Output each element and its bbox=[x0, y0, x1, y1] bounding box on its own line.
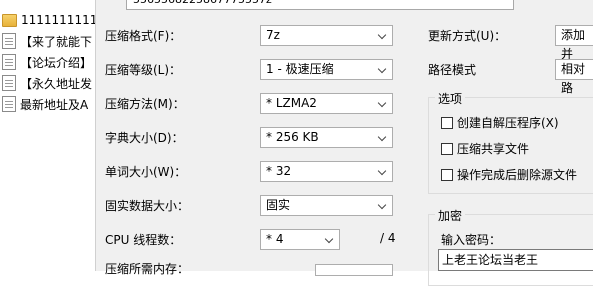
delete-after-label: 操作完成后删除源文件 bbox=[457, 168, 578, 182]
cpu-threads-label: CPU 线程数： bbox=[105, 233, 182, 247]
chevron-down-icon bbox=[378, 29, 388, 41]
word-size-select[interactable]: * 32 bbox=[260, 161, 393, 182]
level-label: 压缩等级(L)： bbox=[105, 63, 182, 77]
file-name: 【论坛介绍】 bbox=[20, 55, 93, 70]
solid-block-value: 固实 bbox=[266, 198, 291, 212]
dictionary-value: * 256 KB bbox=[266, 130, 319, 144]
chevron-down-icon bbox=[325, 233, 335, 245]
solid-block-label: 固实数据大小： bbox=[105, 199, 190, 213]
add-to-archive-dialog: 5565568225867775557z 压缩格式(F)： 7z 压缩等级(L)… bbox=[95, 0, 593, 286]
checkbox-box[interactable] bbox=[441, 168, 453, 181]
document-icon bbox=[2, 75, 16, 91]
chevron-down-icon bbox=[378, 165, 388, 177]
update-mode-select[interactable]: 添加并 bbox=[555, 25, 593, 61]
file-name: 【来了就能下 bbox=[20, 34, 93, 49]
path-mode-label: 路径模式 bbox=[428, 63, 477, 77]
create-sfx-label: 创建自解压程序(X) bbox=[457, 116, 559, 130]
memory-label: 压缩所需内存： bbox=[105, 262, 190, 276]
format-select[interactable]: 7z bbox=[260, 25, 393, 46]
archive-name-input[interactable]: 5565568225867775557z bbox=[126, 0, 514, 10]
update-mode-value: 添加并 bbox=[561, 28, 586, 61]
password-input[interactable]: 上老王论坛当老王 bbox=[438, 249, 593, 271]
document-icon bbox=[2, 96, 16, 112]
chevron-down-icon bbox=[378, 199, 388, 211]
method-value: * LZMA2 bbox=[266, 96, 317, 110]
delete-after-checkbox[interactable]: 操作完成后删除源文件 bbox=[441, 166, 577, 183]
method-label: 压缩方法(M)： bbox=[105, 97, 185, 111]
password-label: 输入密码： bbox=[441, 233, 502, 247]
list-item[interactable]: 【来了就能下 bbox=[0, 31, 92, 51]
list-item[interactable]: 【论坛介绍】 bbox=[0, 52, 92, 72]
document-icon bbox=[2, 33, 16, 49]
format-value: 7z bbox=[266, 28, 280, 42]
document-icon bbox=[2, 54, 16, 70]
dictionary-select[interactable]: * 256 KB bbox=[260, 127, 393, 148]
solid-block-select[interactable]: 固实 bbox=[260, 195, 393, 216]
list-item[interactable]: 【永久地址发 bbox=[0, 73, 92, 93]
checkbox-box[interactable] bbox=[441, 142, 453, 155]
encryption-group-title: 加密 bbox=[435, 207, 466, 224]
memory-value-box bbox=[315, 264, 393, 276]
level-select[interactable]: 1 - 极速压缩 bbox=[260, 59, 393, 80]
chevron-down-icon bbox=[378, 131, 388, 143]
level-value: 1 - 极速压缩 bbox=[266, 62, 334, 76]
file-name: 11111111111 bbox=[21, 13, 95, 27]
compress-shared-label: 压缩共享文件 bbox=[457, 142, 530, 156]
compress-shared-checkbox[interactable]: 压缩共享文件 bbox=[441, 140, 529, 157]
list-item[interactable]: 最新地址及A bbox=[0, 94, 88, 114]
checkbox-box[interactable] bbox=[441, 116, 453, 129]
list-item[interactable]: 11111111111 bbox=[0, 10, 95, 30]
path-mode-select[interactable]: 相对路 bbox=[555, 59, 593, 95]
word-size-value: * 32 bbox=[266, 164, 292, 178]
word-size-label: 单词大小(W)： bbox=[105, 165, 187, 179]
dictionary-label: 字典大小(D)： bbox=[105, 131, 184, 145]
format-label: 压缩格式(F)： bbox=[105, 29, 182, 43]
path-mode-value: 相对路 bbox=[561, 62, 586, 95]
create-sfx-checkbox[interactable]: 创建自解压程序(X) bbox=[441, 114, 559, 131]
file-list: 11111111111 【来了就能下 【论坛介绍】 【永久地址发 最新地址及A bbox=[0, 0, 95, 271]
method-select[interactable]: * LZMA2 bbox=[260, 93, 393, 114]
file-name: 【永久地址发 bbox=[20, 76, 93, 91]
cpu-threads-value: * 4 bbox=[266, 232, 284, 246]
folder-icon bbox=[2, 13, 17, 27]
chevron-down-icon bbox=[378, 97, 388, 109]
cpu-threads-select[interactable]: * 4 bbox=[260, 229, 340, 250]
options-group-title: 选项 bbox=[435, 90, 466, 107]
update-mode-label: 更新方式(U)： bbox=[428, 29, 507, 43]
chevron-down-icon bbox=[378, 63, 388, 75]
file-name: 最新地址及A bbox=[20, 97, 89, 112]
cpu-threads-max: / 4 bbox=[380, 231, 396, 245]
